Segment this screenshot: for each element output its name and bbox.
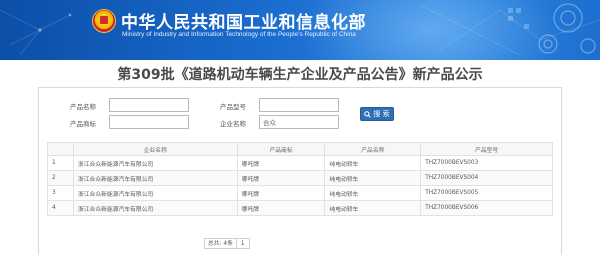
row-brand: 哪吒牌 — [236, 170, 326, 186]
search-icon — [364, 110, 372, 118]
row-product-model: THZ7000BEVS004 — [420, 170, 553, 186]
row-enterprise: 浙江合众新能源汽车有限公司 — [72, 155, 238, 171]
header-brand: 产品商标 — [236, 142, 326, 156]
pagination-total: 总共: 4条 — [204, 238, 237, 249]
table-row[interactable]: 3 浙江合众新能源汽车有限公司 哪吒牌 纯电动轿车 THZ7000BEVS005 — [47, 185, 553, 201]
table-header-row: 企业名称 产品商标 产品名称 产品型号 — [47, 142, 553, 156]
header-product-name: 产品名称 — [324, 142, 422, 156]
search-button-label: 搜 索 — [373, 110, 390, 118]
header-banner: 中华人民共和国工业和信息化部 Ministry of Industry and … — [0, 0, 600, 60]
header-enterprise: 企业名称 — [72, 142, 238, 156]
row-product-model: THZ7000BEVS003 — [420, 155, 553, 171]
product-model-input[interactable] — [259, 98, 339, 112]
row-product-name: 纯电动轿车 — [324, 155, 422, 171]
row-enterprise: 浙江合众新能源汽车有限公司 — [72, 170, 238, 186]
product-brand-label: 产品商标 — [70, 120, 96, 128]
site-title: 中华人民共和国工业和信息化部 — [121, 13, 366, 33]
enterprise-name-label: 企业名称 — [220, 120, 246, 128]
row-product-model: THZ7000BEVS006 — [420, 200, 553, 216]
row-enterprise: 浙江合众新能源汽车有限公司 — [72, 185, 238, 201]
product-name-input[interactable] — [109, 98, 189, 112]
row-product-name: 纯电动轿车 — [324, 170, 422, 186]
row-brand: 哪吒牌 — [236, 155, 326, 171]
row-index: 4 — [47, 200, 74, 216]
product-brand-input[interactable] — [109, 115, 189, 129]
row-brand: 哪吒牌 — [236, 200, 326, 216]
product-name-label: 产品名称 — [70, 103, 96, 111]
pagination-page-1[interactable]: 1 — [236, 238, 250, 249]
pagination: 总共: 4条 1 — [204, 238, 250, 249]
row-product-model: THZ7000BEVS005 — [420, 185, 553, 201]
row-index: 2 — [47, 170, 74, 186]
row-product-name: 纯电动轿车 — [324, 200, 422, 216]
header-index — [47, 142, 74, 156]
search-button[interactable]: 搜 索 — [360, 107, 394, 121]
table-row[interactable]: 1 浙江合众新能源汽车有限公司 哪吒牌 纯电动轿车 THZ7000BEVS003 — [47, 155, 553, 171]
row-index: 1 — [47, 155, 74, 171]
row-brand: 哪吒牌 — [236, 185, 326, 201]
header-product-model: 产品型号 — [420, 142, 553, 156]
national-emblem-icon — [92, 9, 116, 33]
page-title: 第309批《道路机动车辆生产企业及产品公告》新产品公示 — [117, 67, 483, 83]
site-subtitle: Ministry of Industry and Information Tec… — [122, 31, 356, 38]
results-table: 企业名称 产品商标 产品名称 产品型号 1 浙江合众新能源汽车有限公司 哪吒牌 … — [47, 142, 553, 216]
table-row[interactable]: 2 浙江合众新能源汽车有限公司 哪吒牌 纯电动轿车 THZ7000BEVS004 — [47, 170, 553, 186]
row-product-name: 纯电动轿车 — [324, 185, 422, 201]
table-row[interactable]: 4 浙江合众新能源汽车有限公司 哪吒牌 纯电动轿车 THZ7000BEVS006 — [47, 200, 553, 216]
row-index: 3 — [47, 185, 74, 201]
row-enterprise: 浙江合众新能源汽车有限公司 — [72, 200, 238, 216]
product-model-label: 产品型号 — [220, 103, 246, 111]
enterprise-name-input[interactable] — [259, 115, 339, 129]
